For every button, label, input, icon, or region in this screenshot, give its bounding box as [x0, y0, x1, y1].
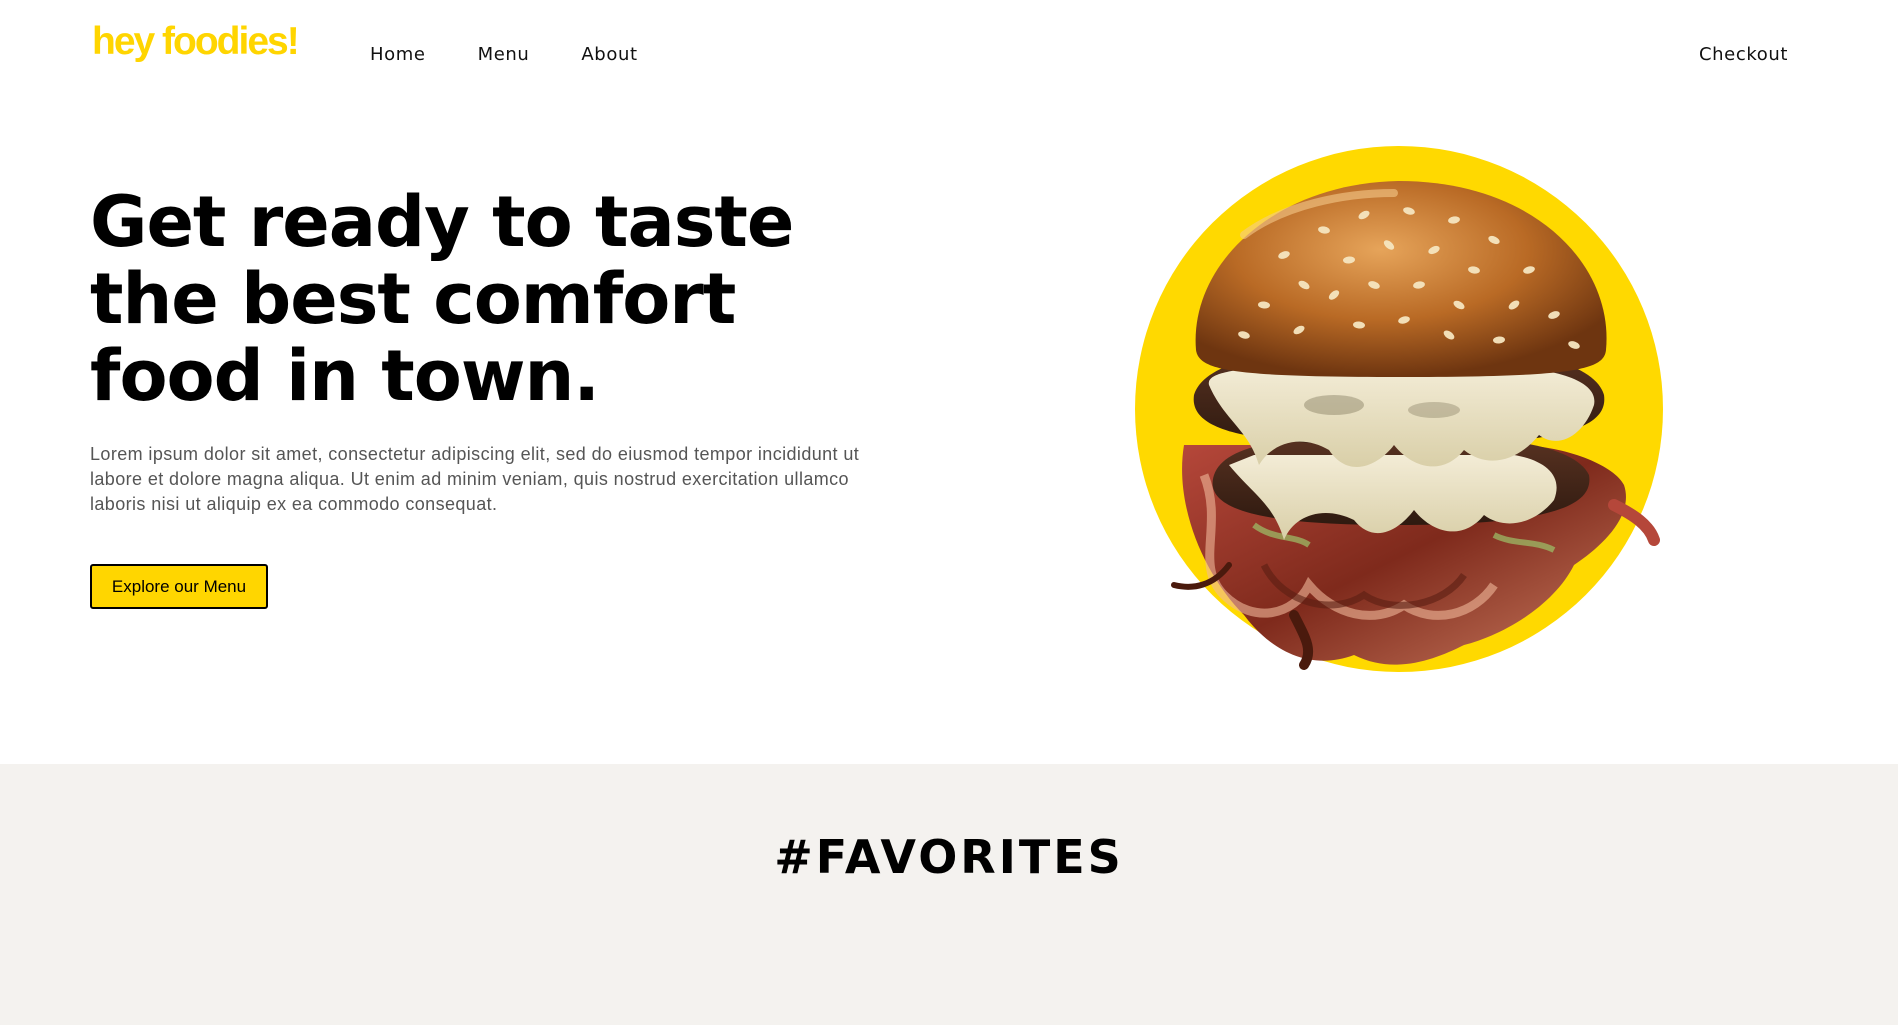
nav-link-about[interactable]: About [581, 44, 637, 65]
hero-description: Lorem ipsum dolor sit amet, consectetur … [90, 444, 860, 514]
explore-menu-button[interactable]: Explore our Menu [90, 564, 268, 609]
page: hey foodies! Home Menu About Checkout Ge… [0, 0, 1898, 1025]
nav-link-home[interactable]: Home [370, 44, 426, 65]
site-header: hey foodies! Home Menu About Checkout [0, 0, 1898, 110]
burger-image [1134, 145, 1664, 673]
hero-title: Get ready to taste the best comfort food… [90, 181, 794, 417]
main-nav: Home Menu About [370, 44, 690, 65]
checkout-link[interactable]: Checkout [1699, 44, 1788, 65]
burger-illustration [1135, 146, 1663, 672]
favorites-title: #FAVORITES [774, 830, 1124, 884]
nav-link-menu[interactable]: Menu [478, 44, 530, 65]
favorites-section: #FAVORITES [0, 764, 1898, 1025]
brand-logo[interactable]: hey foodies! [92, 22, 300, 61]
